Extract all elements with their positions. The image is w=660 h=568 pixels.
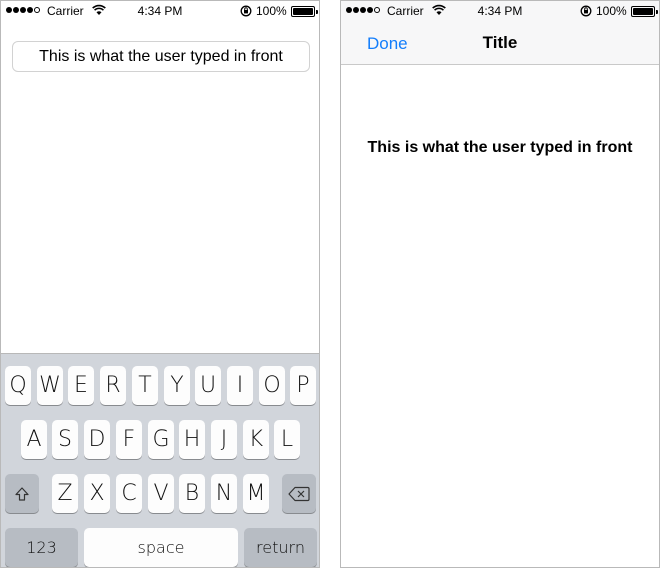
- rotation-lock-icon: [240, 5, 252, 17]
- status-bar: Carrier 4:34 PM 100%: [1, 1, 319, 21]
- key-f[interactable]: F: [116, 420, 142, 459]
- key-y[interactable]: Y: [164, 366, 190, 405]
- key-x[interactable]: X: [84, 474, 110, 513]
- on-screen-keyboard: Q W E R T Y U I O P A S D F G H J K L Z …: [1, 353, 319, 567]
- key-q[interactable]: Q: [5, 366, 31, 405]
- battery-percent: 100%: [256, 4, 287, 18]
- typed-text-label: This is what the user typed in front: [367, 139, 633, 156]
- key-n[interactable]: N: [211, 474, 237, 513]
- key-s[interactable]: S: [52, 420, 78, 459]
- shift-icon: [15, 486, 29, 501]
- key-o[interactable]: O: [259, 366, 285, 405]
- key-h[interactable]: H: [179, 420, 205, 459]
- status-bar: Carrier 4:34 PM 100%: [341, 1, 659, 21]
- key-u[interactable]: U: [195, 366, 221, 405]
- key-r[interactable]: R: [100, 366, 126, 405]
- text-input-field[interactable]: This is what the user typed in front: [12, 41, 310, 72]
- key-i[interactable]: I: [227, 366, 253, 405]
- key-w[interactable]: W: [37, 366, 63, 405]
- key-v[interactable]: V: [148, 474, 174, 513]
- key-c[interactable]: C: [116, 474, 142, 513]
- delete-icon: [288, 486, 310, 501]
- battery-icon: [631, 6, 658, 17]
- key-d[interactable]: D: [84, 420, 110, 459]
- key-e[interactable]: E: [68, 366, 94, 405]
- return-key[interactable]: return: [244, 528, 317, 567]
- done-button[interactable]: Done: [367, 34, 408, 54]
- battery-percent: 100%: [596, 4, 627, 18]
- key-a[interactable]: A: [21, 420, 47, 459]
- key-j[interactable]: J: [211, 420, 237, 459]
- rotation-lock-icon: [580, 5, 592, 17]
- delete-key[interactable]: [282, 474, 316, 513]
- battery-icon: [291, 6, 318, 17]
- key-k[interactable]: K: [243, 420, 269, 459]
- key-p[interactable]: P: [290, 366, 316, 405]
- key-l[interactable]: L: [274, 420, 300, 459]
- key-b[interactable]: B: [179, 474, 205, 513]
- navigation-bar: Carrier 4:34 PM 100% Title Done: [341, 1, 659, 65]
- key-z[interactable]: Z: [52, 474, 78, 513]
- shift-key[interactable]: [5, 474, 39, 513]
- left-phone-screen: Carrier 4:34 PM 100% This is what the us…: [0, 0, 320, 568]
- key-g[interactable]: G: [148, 420, 174, 459]
- key-m[interactable]: M: [243, 474, 269, 513]
- space-key[interactable]: space: [84, 528, 238, 567]
- key-t[interactable]: T: [132, 366, 158, 405]
- right-phone-screen: Carrier 4:34 PM 100% Title Done This is …: [340, 0, 660, 568]
- numbers-key[interactable]: 123: [5, 528, 78, 567]
